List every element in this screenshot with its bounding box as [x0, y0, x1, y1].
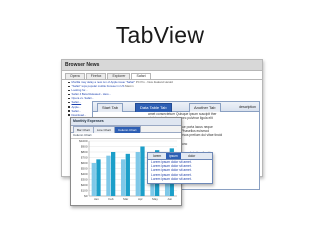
y-tick-label: $300 [81, 178, 88, 182]
bullet-icon [68, 85, 70, 88]
tab-safari[interactable]: Safari [131, 73, 151, 79]
tab-data-table[interactable]: Data Table Tab [135, 103, 172, 112]
y-tick-label: $400 [81, 172, 88, 176]
y-tick-label: $0 [84, 194, 88, 198]
tab-start[interactable]: Start Tab [97, 103, 123, 112]
x-tick-label: May [152, 197, 158, 201]
chart-bar [91, 163, 96, 196]
y-tick-label: $500 [81, 167, 88, 171]
bullet-icon [68, 89, 70, 92]
tab-opera[interactable]: Opera [65, 73, 85, 79]
tab-ipsum[interactable]: ipsum [166, 153, 181, 159]
page-title: TabView [115, 22, 205, 48]
chart-bar [135, 152, 140, 196]
chart-bar [125, 153, 130, 196]
tab-dolor[interactable]: dolor [185, 153, 198, 159]
tab-column-chart[interactable]: Column Chart [114, 126, 141, 133]
chart-bar [96, 159, 101, 196]
tab-strip: Start Tab Data Table Tab Another Tab des… [93, 102, 259, 112]
tab-bar-chart[interactable]: Bar Chart [73, 126, 94, 133]
lorem-list-panel: lorem ipsum dolor Lorem ipsum dolor sit … [147, 152, 213, 184]
bullet-icon [68, 101, 70, 104]
chart-bar [106, 155, 111, 196]
bullet-icon [68, 81, 70, 84]
browser-news-header: Browser News [62, 60, 262, 71]
y-tick-label: $800 [81, 150, 88, 154]
tab-lorem[interactable]: lorem [150, 153, 164, 159]
x-tick-label: Jan [94, 197, 99, 201]
x-tick-label: Feb [108, 197, 114, 201]
tab-line-chart[interactable]: Line Chart [93, 126, 115, 133]
y-tick-label: $100 [81, 189, 88, 193]
y-tick-label: $200 [81, 183, 88, 187]
y-tick-label: $600 [81, 161, 88, 165]
y-tick-label: $1000 [79, 139, 88, 143]
y-tick-label: $900 [81, 145, 88, 149]
monthly-expenses-header: Monthly Expenses [71, 118, 181, 126]
browser-news-tabs: Opera Firefox Explorer Safari [62, 71, 262, 80]
chart-bar [120, 159, 126, 196]
tab-firefox[interactable]: Firefox [85, 73, 107, 79]
x-tick-label: Apr [138, 197, 143, 201]
x-tick-label: Jun [167, 197, 172, 201]
y-tick-label: $700 [81, 156, 88, 160]
bullet-icon [68, 114, 70, 116]
chart-bar [140, 146, 145, 196]
description-label: description [239, 105, 256, 109]
list-item[interactable]: Lorem ipsum dolor sit amet. [148, 177, 212, 181]
x-tick-label: Mar [123, 197, 128, 201]
chart-bar [111, 152, 116, 196]
bullet-icon [68, 106, 70, 108]
chart-tabs: Bar Chart Line Chart Column Chart [71, 126, 181, 133]
tab-explorer[interactable]: Explorer [107, 73, 131, 79]
bullet-icon [68, 97, 70, 100]
tab-another[interactable]: Another Tab [189, 103, 221, 112]
bullet-icon [68, 110, 70, 112]
bullet-icon [68, 93, 70, 96]
list-tabs: lorem ipsum dolor [148, 153, 212, 160]
